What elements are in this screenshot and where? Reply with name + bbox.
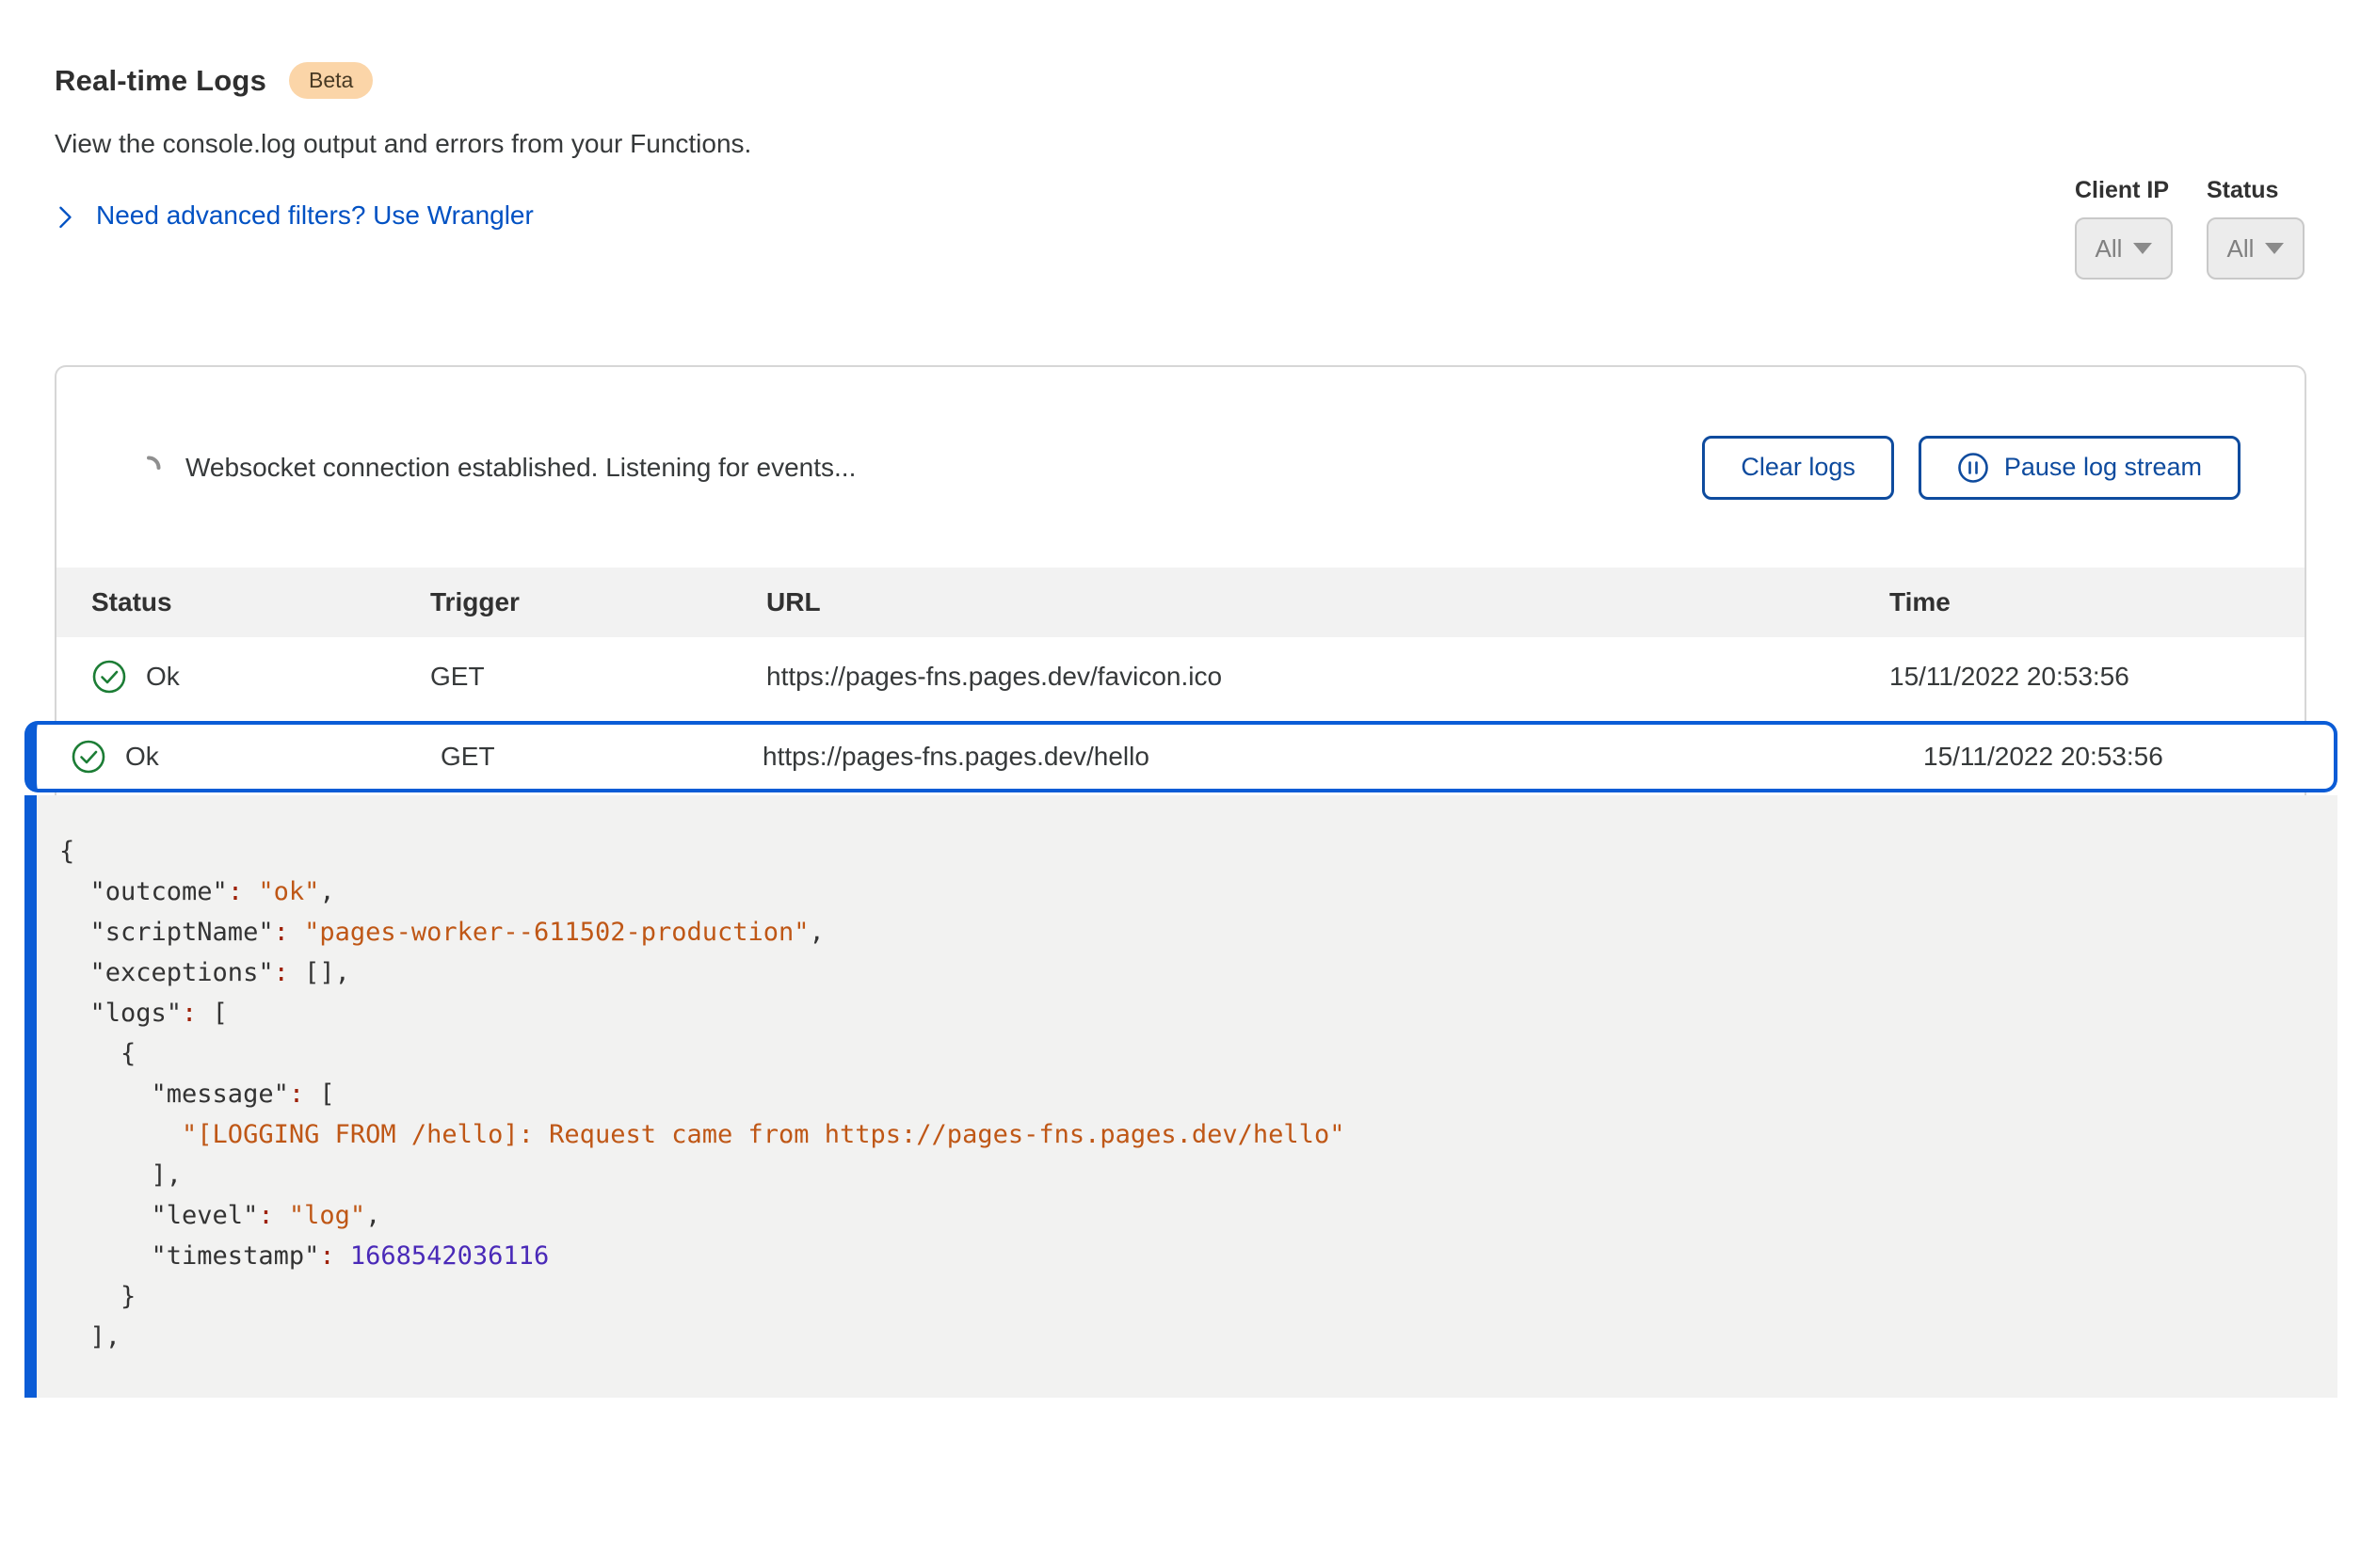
- client-ip-value: All: [2096, 234, 2123, 264]
- column-header-time: Time: [1889, 587, 2305, 617]
- beta-badge: Beta: [289, 62, 373, 99]
- url-cell: https://pages-fns.pages.dev/favicon.ico: [766, 662, 1889, 692]
- clear-logs-button[interactable]: Clear logs: [1702, 436, 1894, 500]
- page-title: Real-time Logs: [55, 64, 266, 98]
- trigger-cell: GET: [441, 742, 763, 772]
- clear-logs-label: Clear logs: [1741, 453, 1855, 482]
- pause-label: Pause log stream: [2004, 453, 2202, 482]
- column-header-url: URL: [766, 587, 1889, 617]
- time-cell: 15/11/2022 20:53:56: [1923, 742, 2334, 772]
- status-select[interactable]: All: [2207, 217, 2305, 280]
- websocket-status-text: Websocket connection established. Listen…: [185, 453, 856, 483]
- spinner-icon: [137, 456, 161, 480]
- check-circle-icon: [91, 659, 127, 695]
- status-text: Ok: [146, 662, 180, 692]
- caret-down-icon: [2133, 243, 2152, 254]
- url-cell: https://pages-fns.pages.dev/hello: [763, 742, 1923, 772]
- status-text: Ok: [125, 742, 159, 772]
- log-table-header: Status Trigger URL Time: [56, 568, 2305, 637]
- filters: Client IP All Status All: [2075, 177, 2305, 280]
- status-value: All: [2227, 234, 2255, 264]
- wrangler-link[interactable]: Need advanced filters? Use Wrangler: [96, 200, 534, 231]
- column-header-status: Status: [91, 587, 430, 617]
- status-cell: Ok: [71, 739, 441, 775]
- filter-status: Status All: [2207, 177, 2305, 280]
- caret-down-icon: [2265, 243, 2284, 254]
- log-row-favicon[interactable]: Ok GET https://pages-fns.pages.dev/favic…: [56, 637, 2305, 716]
- json-log-output: { "outcome": "ok", "scriptName": "pages-…: [59, 831, 2309, 1357]
- chevron-right-icon: [55, 201, 75, 230]
- column-header-trigger: Trigger: [430, 587, 766, 617]
- client-ip-select[interactable]: All: [2075, 217, 2173, 280]
- card-toolbar: Websocket connection established. Listen…: [56, 367, 2305, 568]
- pause-log-stream-button[interactable]: Pause log stream: [1919, 436, 2241, 500]
- log-json-body: { "outcome": "ok", "scriptName": "pages-…: [24, 795, 2337, 1398]
- status-cell: Ok: [91, 659, 430, 695]
- filter-client-ip: Client IP All: [2075, 177, 2173, 280]
- client-ip-label: Client IP: [2075, 177, 2173, 204]
- pause-icon: [1957, 452, 1989, 484]
- websocket-status: Websocket connection established. Listen…: [137, 453, 856, 483]
- title-row: Real-time Logs Beta: [55, 62, 2306, 99]
- status-label: Status: [2207, 177, 2305, 204]
- wrangler-link-row[interactable]: Need advanced filters? Use Wrangler: [55, 200, 2306, 231]
- time-cell: 15/11/2022 20:53:56: [1889, 662, 2305, 692]
- check-circle-icon: [71, 739, 106, 775]
- page-description: View the console.log output and errors f…: [55, 129, 2306, 159]
- toolbar-buttons: Clear logs Pause log stream: [1702, 436, 2241, 500]
- expanded-log-entry: Ok GET https://pages-fns.pages.dev/hello…: [24, 721, 2337, 1568]
- trigger-cell: GET: [430, 662, 766, 692]
- log-row-hello-selected[interactable]: Ok GET https://pages-fns.pages.dev/hello…: [24, 721, 2337, 792]
- page-header: Real-time Logs Beta View the console.log…: [0, 0, 2361, 231]
